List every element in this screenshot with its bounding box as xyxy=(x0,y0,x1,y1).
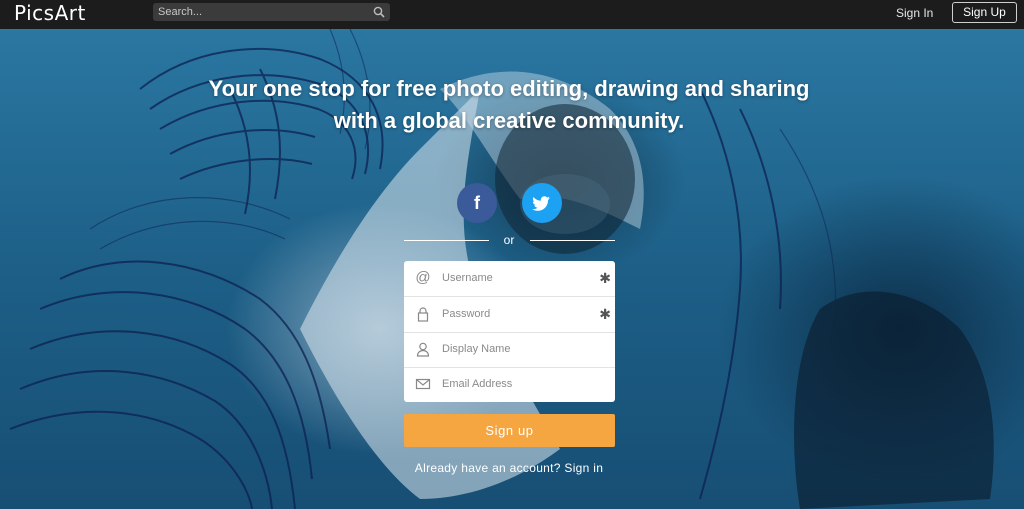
user-icon xyxy=(416,342,430,357)
required-asterisk-icon: ✱ xyxy=(599,306,611,322)
twitter-icon xyxy=(532,196,550,211)
envelope-icon xyxy=(415,378,431,390)
already-have-account-text: Already have an account? Sign in xyxy=(0,461,1018,475)
password-field: ✱ xyxy=(404,297,615,333)
lock-icon xyxy=(417,307,429,322)
signup-submit-button[interactable]: Sign up xyxy=(404,414,615,447)
password-input[interactable] xyxy=(442,306,592,322)
signup-form: @ ✱ ✱ xyxy=(404,261,615,402)
sign-in-bottom-link[interactable]: Sign in xyxy=(564,461,603,475)
email-field xyxy=(404,367,615,402)
display-name-field xyxy=(404,332,615,368)
sign-in-link[interactable]: Sign In xyxy=(896,6,933,20)
sign-up-button[interactable]: Sign Up xyxy=(952,2,1017,23)
required-asterisk-icon: ✱ xyxy=(599,270,611,286)
display-name-input[interactable] xyxy=(442,341,592,357)
hero-headline-line1: Your one stop for free photo editing, dr… xyxy=(208,76,810,101)
email-input[interactable] xyxy=(442,376,592,392)
facebook-icon: f xyxy=(474,193,480,213)
or-divider-text: or xyxy=(503,233,515,247)
hero-headline: Your one stop for free photo editing, dr… xyxy=(0,73,1018,137)
picsart-logo[interactable]: PicsArt xyxy=(14,1,86,25)
search-icon[interactable] xyxy=(373,6,385,18)
search-box xyxy=(153,3,390,21)
search-input[interactable] xyxy=(158,3,363,21)
hero-headline-line2: with a global creative community. xyxy=(333,108,685,133)
already-have-account-label: Already have an account? xyxy=(414,461,561,475)
divider-line-right xyxy=(530,240,615,241)
facebook-login-button[interactable]: f xyxy=(457,183,497,223)
username-input[interactable] xyxy=(442,270,592,286)
username-field: @ ✱ xyxy=(404,261,615,297)
divider-line-left xyxy=(404,240,489,241)
at-icon: @ xyxy=(415,269,431,286)
top-navigation-bar: PicsArt Sign In Sign Up xyxy=(0,0,1024,29)
twitter-login-button[interactable] xyxy=(522,183,562,223)
hero-section: Your one stop for free photo editing, dr… xyxy=(0,29,1024,509)
